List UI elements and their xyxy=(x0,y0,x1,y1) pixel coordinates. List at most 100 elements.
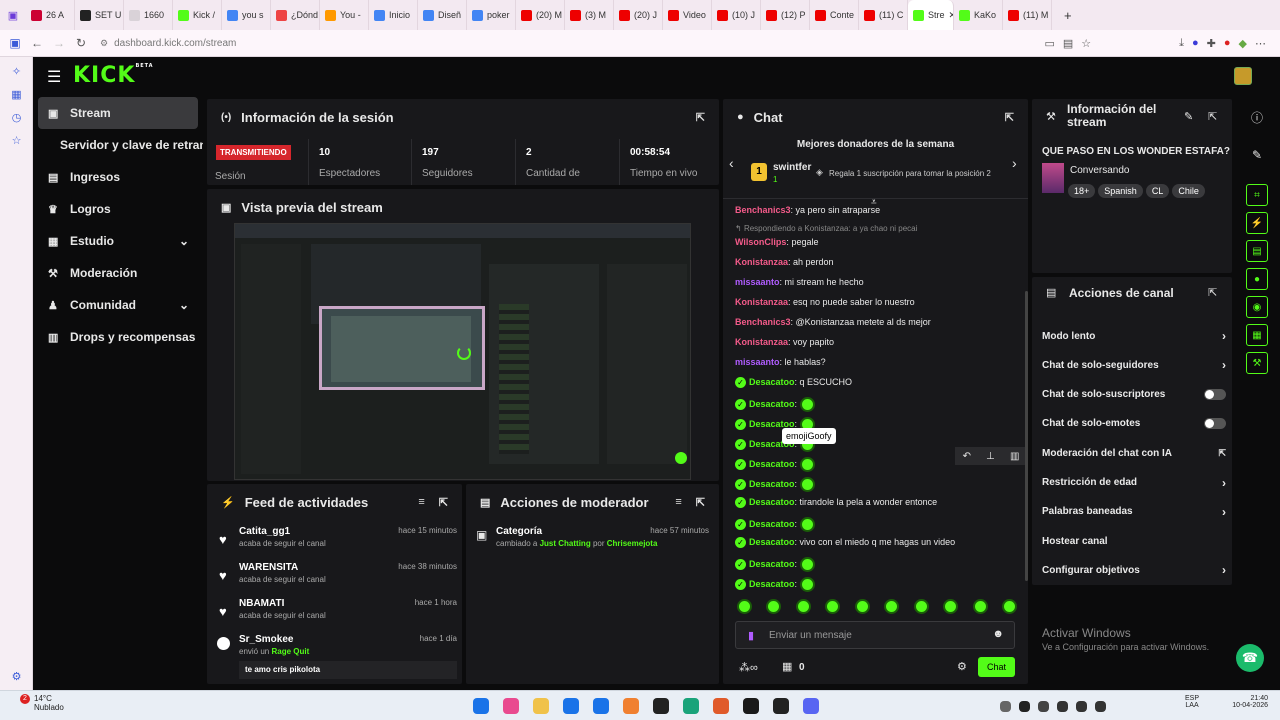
broadcast-icon[interactable]: ◉ xyxy=(1246,296,1268,318)
chat-username[interactable]: Desacatoo xyxy=(749,497,795,507)
chat-username[interactable]: Benchanics3 xyxy=(735,205,791,215)
infinity-icon[interactable]: ⁂∞ xyxy=(739,661,758,674)
emote-icon[interactable] xyxy=(913,599,929,614)
popout-icon[interactable]: ⇱ xyxy=(439,496,448,509)
chat-message[interactable]: ✓Desacatoo: xyxy=(735,557,815,572)
chat-message[interactable]: ✓ Desacatoo: tirandole la pela a wonder e… xyxy=(735,497,937,509)
browser-tab[interactable]: Stre✕ xyxy=(908,0,954,30)
obs-icon[interactable] xyxy=(773,698,789,714)
browser-tab[interactable]: KaKo xyxy=(954,0,1003,30)
copilot-icon[interactable] xyxy=(503,698,519,714)
browser-tab[interactable]: Diseñ xyxy=(418,0,467,30)
download-icon[interactable]: ⤓ xyxy=(1179,37,1184,50)
support-chat-icon[interactable]: ☎ xyxy=(1236,644,1264,672)
emote-icon[interactable] xyxy=(943,599,959,614)
mod-action-user[interactable]: Chrisemejota xyxy=(607,539,658,548)
chat-username[interactable]: Konistanzaa xyxy=(735,297,788,307)
channel-action-item[interactable]: Moderación del chat con IA ⇱ xyxy=(1042,446,1226,460)
chat-message[interactable]: Konistanzaa: ah perdon xyxy=(735,257,834,267)
tool-icon[interactable]: ⚒ xyxy=(1246,352,1268,374)
start-icon[interactable] xyxy=(473,698,489,714)
popout-icon[interactable]: ⇱ xyxy=(1005,111,1014,124)
browser-tab[interactable]: (11) M xyxy=(1003,0,1052,30)
address-bar[interactable]: ⚙ dashboard.kick.com/stream xyxy=(100,38,960,49)
mod-action-category[interactable]: Just Chatting xyxy=(540,539,591,548)
user-avatar[interactable] xyxy=(1234,67,1252,85)
popout-icon[interactable]: ⇱ xyxy=(696,496,705,509)
filter-icon[interactable]: ≡ xyxy=(418,496,424,508)
new-tab-icon[interactable]: + xyxy=(1064,8,1072,23)
reply-icon[interactable]: ↶ xyxy=(963,451,971,462)
emote-icon[interactable] xyxy=(737,599,752,614)
stream-tag[interactable]: CL xyxy=(1145,184,1170,198)
discord-icon[interactable] xyxy=(803,698,819,714)
window-icon[interactable]: ▣ xyxy=(0,9,26,22)
chat-icon[interactable]: ● xyxy=(1246,268,1268,290)
browser-tab[interactable]: Kick / xyxy=(173,0,222,30)
channel-action-item[interactable]: Palabras baneadas › xyxy=(1042,505,1226,519)
pencil-icon[interactable]: ✎ xyxy=(1238,148,1276,162)
star-icon[interactable]: ☆ xyxy=(1081,37,1091,50)
files-icon[interactable] xyxy=(533,698,549,714)
feed-user[interactable]: Catita_gg1 xyxy=(239,526,290,537)
chat-username[interactable]: Desacatoo xyxy=(749,537,795,547)
profile-icon[interactable]: ● xyxy=(1192,37,1199,50)
popout-icon[interactable]: ⇱ xyxy=(1208,286,1217,299)
browser-tab[interactable]: poker xyxy=(467,0,516,30)
chat-username[interactable]: Desacatoo xyxy=(749,579,795,589)
edit-icon[interactable]: ✎ xyxy=(1184,110,1193,123)
sidebar-item[interactable]: ▦ Estudio ⌄ xyxy=(33,225,203,257)
kick-logo[interactable]: KICKBETA xyxy=(73,63,154,88)
volume-icon[interactable] xyxy=(1076,701,1087,712)
outlook-icon[interactable] xyxy=(593,698,609,714)
layers-icon[interactable]: ▦ xyxy=(1246,324,1268,346)
chat-username[interactable]: missaanto xyxy=(735,357,780,367)
browser-tab[interactable]: (20) M xyxy=(516,0,565,30)
sidebar-item[interactable]: ▤ Ingresos xyxy=(33,161,203,193)
feed-user[interactable]: NBAMATI xyxy=(239,598,284,609)
chat-username[interactable]: Benchanics3 xyxy=(735,317,791,327)
back-icon[interactable]: ← xyxy=(26,32,48,54)
chat-message[interactable]: ✓Desacatoo: xyxy=(735,517,815,532)
battery-icon[interactable] xyxy=(1095,701,1106,712)
chat-username[interactable]: Desacatoo xyxy=(749,459,795,469)
sidebar-item[interactable]: ▣ Stream xyxy=(38,97,198,129)
emoji-icon[interactable]: ☻ xyxy=(992,628,1004,640)
donor-name[interactable]: swintfer xyxy=(773,162,811,173)
browser-tab[interactable]: (10) J xyxy=(712,0,761,30)
popout-icon[interactable]: ⇱ xyxy=(1208,110,1217,123)
chat-message[interactable]: ✓Desacatoo: xyxy=(735,477,815,492)
weather-widget[interactable]: 2 14°C Nublado xyxy=(10,694,64,712)
chat-message[interactable]: ✓ Desacatoo: q ESCUCHO xyxy=(735,377,852,389)
browser-tab[interactable]: ¿Dónd xyxy=(271,0,320,30)
hamburger-icon[interactable]: ☰ xyxy=(47,67,61,87)
send-chat-button[interactable]: Chat xyxy=(978,657,1015,677)
collections-icon[interactable]: ▦ xyxy=(0,83,33,106)
site-info-icon[interactable]: ⚙ xyxy=(100,38,108,49)
chat-username[interactable]: Desacatoo xyxy=(749,377,795,387)
screen-icon[interactable]: ▭ xyxy=(1044,37,1054,50)
browser-tab[interactable]: (11) C xyxy=(859,0,908,30)
emote-icon[interactable] xyxy=(884,599,900,614)
chat-input[interactable]: ▮ Enviar un mensaje ☻ xyxy=(735,621,1015,649)
mic-icon[interactable]: ▮ xyxy=(748,629,754,642)
crop-icon[interactable]: ⌗ xyxy=(1246,184,1268,206)
chat-message[interactable]: ✓Desacatoo: xyxy=(735,577,815,592)
sidebar-item[interactable]: Servidor y clave de retransmisión xyxy=(33,129,203,161)
channel-action-item[interactable]: Chat de solo-suscriptores xyxy=(1042,388,1226,402)
browser-tab[interactable]: you s xyxy=(222,0,271,30)
channel-action-item[interactable]: Hostear canal xyxy=(1042,534,1226,548)
sidebar-item[interactable]: ▥ Drops y recompensas xyxy=(33,321,203,353)
history-icon[interactable]: ◷ xyxy=(0,106,33,129)
pin-icon[interactable]: ⊥ xyxy=(986,451,995,462)
next-icon[interactable]: › xyxy=(1012,155,1017,171)
chevron-up-icon[interactable] xyxy=(1000,701,1011,712)
emote-icon[interactable] xyxy=(795,599,811,614)
settings-icon[interactable]: ⚙ xyxy=(0,665,33,688)
bolt-icon[interactable]: ⚡ xyxy=(1246,212,1268,234)
sidebar-item[interactable]: ♛ Logros xyxy=(33,193,203,225)
menu-icon[interactable]: ⋯ xyxy=(1255,37,1266,50)
doc-icon[interactable]: ▤ xyxy=(1246,240,1268,262)
channel-action-item[interactable]: Modo lento › xyxy=(1042,329,1226,343)
browser-tab[interactable]: Conte xyxy=(810,0,859,30)
